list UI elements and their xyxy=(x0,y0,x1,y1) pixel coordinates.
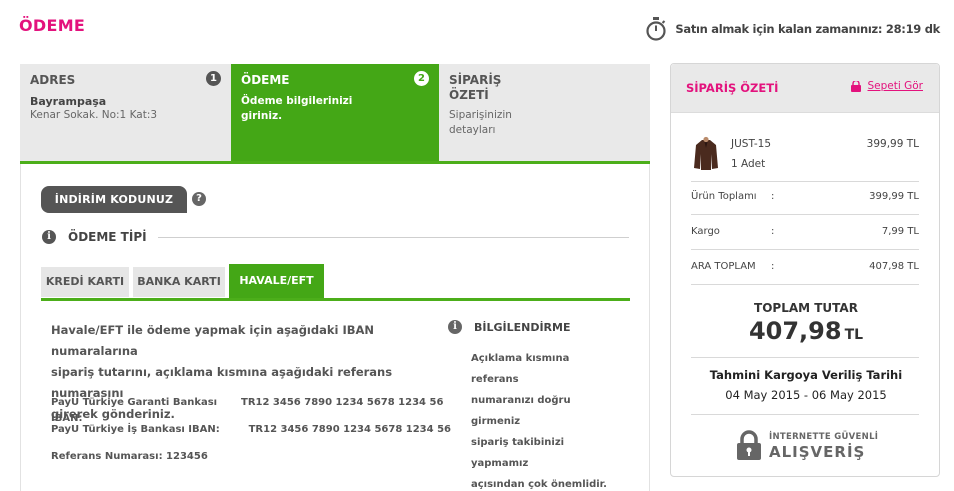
step-payment[interactable]: ÖDEME 2 Ödeme bilgilerinizi giriniz. xyxy=(231,64,439,161)
payment-tabs: KREDİ KARTI BANKA KARTI HAVALE/EFT xyxy=(41,264,630,301)
divider xyxy=(158,237,629,238)
step-address[interactable]: ADRES 1 Bayrampaşa Kenar Sokak. No:1 Kat… xyxy=(20,64,231,161)
jacket-thumbnail xyxy=(691,136,721,172)
step-title-line: ÖZETİ xyxy=(449,88,489,102)
order-summary-title: SİPARİŞ ÖZETİ xyxy=(686,81,779,95)
step-title: ADRES xyxy=(30,73,76,87)
total-currency: TL xyxy=(844,327,864,343)
iban-number: TR12 3456 7890 1234 5678 1234 56 xyxy=(248,424,451,435)
row-value: 7,99 TL xyxy=(881,226,919,237)
information-title: BİLGİLENDİRME xyxy=(474,320,571,334)
step-description: Siparişinizin detayları xyxy=(449,108,640,138)
countdown-timer: Satın almak için kalan zamanınız: 28:19 … xyxy=(645,17,940,41)
step-title: ÖDEME xyxy=(241,73,290,87)
payment-type-title: ÖDEME TİPİ xyxy=(68,230,147,244)
tab-wire-transfer[interactable]: HAVALE/EFT xyxy=(229,264,324,298)
divider xyxy=(691,249,919,250)
help-icon[interactable]: ? xyxy=(192,192,206,206)
row-value: 399,99 TL xyxy=(869,191,919,202)
payment-type-header: i ÖDEME TİPİ xyxy=(42,230,147,244)
order-summary-header: SİPARİŞ ÖZETİ Sepeti Gör xyxy=(671,64,939,113)
discount-code-button[interactable]: İNDİRİM KODUNUZ xyxy=(41,186,187,213)
secure-shopping-badge: İNTERNETTE GÜVENLİ ALIŞVERİŞ xyxy=(735,428,885,468)
tab-bank-card[interactable]: BANKA KARTI xyxy=(133,267,225,297)
step-description: Ödeme bilgilerinizi giriniz. xyxy=(241,94,429,124)
view-basket-link[interactable]: Sepeti Gör xyxy=(850,80,924,92)
payment-panel: İNDİRİM KODUNUZ ? i ÖDEME TİPİ KREDİ KAR… xyxy=(20,164,650,491)
step-description-line: giriniz. xyxy=(241,110,283,122)
information-line: sipariş takibinizi yapmamız xyxy=(471,437,565,469)
secure-badge-bottom-text: ALIŞVERİŞ xyxy=(769,443,866,461)
divider xyxy=(691,357,919,358)
reference-number: Referans Numarası: 123456 xyxy=(51,451,208,462)
iban-list: PayU Türkiye Garanti Bankası IBAN: TR12 … xyxy=(51,395,451,476)
stopwatch-icon xyxy=(646,17,666,41)
step-number: 2 xyxy=(414,71,429,86)
view-basket-label[interactable]: Sepeti Gör xyxy=(868,80,924,92)
total-label: TOPLAM TUTAR xyxy=(754,301,858,315)
shipping-estimate-label: Tahmini Kargoya Veriliş Tarihi xyxy=(709,368,903,382)
row-label: Kargo xyxy=(691,226,720,237)
step-description-line: Siparişinizin xyxy=(449,109,512,121)
address-detail: Kenar Sokak. No:1 Kat:3 xyxy=(30,109,158,121)
row-colon: : xyxy=(771,261,775,272)
page-title: ÖDEME xyxy=(19,16,86,35)
address-district: Bayrampaşa xyxy=(30,95,107,108)
step-description-line: Ödeme bilgilerinizi xyxy=(241,95,353,107)
iban-bank-label: PayU Türkiye İş Bankası IBAN: xyxy=(51,424,220,435)
step-title-line: SİPARİŞ xyxy=(449,73,502,87)
row-label: ARA TOPLAM xyxy=(691,261,756,272)
step-number: 1 xyxy=(206,71,221,86)
information-line: Açıklama kısmına referans xyxy=(471,353,570,385)
information-block: i BİLGİLENDİRME Açıklama kısmına referan… xyxy=(448,320,618,491)
information-line: açısından çok önemlidir. xyxy=(471,479,607,490)
tab-credit-card[interactable]: KREDİ KARTI xyxy=(41,267,129,297)
divider xyxy=(691,214,919,215)
divider xyxy=(691,414,919,415)
total-amount-value: 407,98 xyxy=(748,317,842,345)
padlock-icon xyxy=(737,430,761,460)
product-item: JUST-15 1 Adet 399,99 TL xyxy=(691,136,919,176)
information-text: Açıklama kısmına referans numaranızı doğ… xyxy=(471,348,618,491)
instruction-line: Havale/EFT ile ödeme yapmak için aşağıda… xyxy=(51,323,375,358)
secure-badge-top-text: İNTERNETTE GÜVENLİ xyxy=(769,432,879,442)
row-colon: : xyxy=(771,226,775,237)
basket-icon xyxy=(850,80,861,92)
iban-row: PayU Türkiye Garanti Bankası IBAN: TR12 … xyxy=(51,395,451,424)
divider xyxy=(691,181,919,182)
information-line: numaranızı doğru girmeniz xyxy=(471,395,571,427)
shipping-estimate-dates: 04 May 2015 - 06 May 2015 xyxy=(725,388,887,402)
step-order-summary[interactable]: SİPARİŞ ÖZETİ Siparişinizin detayları xyxy=(439,64,650,161)
order-summary-card: SİPARİŞ ÖZETİ Sepeti Gör JUST-15 1 Adet … xyxy=(670,63,940,477)
information-header: i BİLGİLENDİRME xyxy=(448,320,618,334)
info-icon: i xyxy=(448,320,462,334)
step-title: SİPARİŞ ÖZETİ xyxy=(449,73,640,103)
reference-row: Referans Numarası: 123456 xyxy=(51,449,451,476)
iban-row: PayU Türkiye İş Bankası IBAN: TR12 3456 … xyxy=(51,422,451,449)
info-icon: i xyxy=(42,230,56,244)
product-price: 399,99 TL xyxy=(866,138,919,150)
product-name: JUST-15 xyxy=(731,138,772,150)
row-colon: : xyxy=(771,191,775,202)
iban-number: TR12 3456 7890 1234 5678 1234 56 xyxy=(241,397,444,408)
product-quantity: 1 Adet xyxy=(731,158,766,170)
total-amount: 407,98 TL xyxy=(671,317,941,345)
divider xyxy=(691,284,919,285)
checkout-steps: ADRES 1 Bayrampaşa Kenar Sokak. No:1 Kat… xyxy=(20,64,650,164)
step-description-line: detayları xyxy=(449,124,496,136)
timer-text: Satın almak için kalan zamanınız: 28:19 … xyxy=(675,22,940,36)
row-label: Ürün Toplamı xyxy=(691,191,757,202)
row-value: 407,98 TL xyxy=(869,261,919,272)
iban-bank-label: PayU Türkiye Garanti Bankası IBAN: xyxy=(51,397,218,424)
